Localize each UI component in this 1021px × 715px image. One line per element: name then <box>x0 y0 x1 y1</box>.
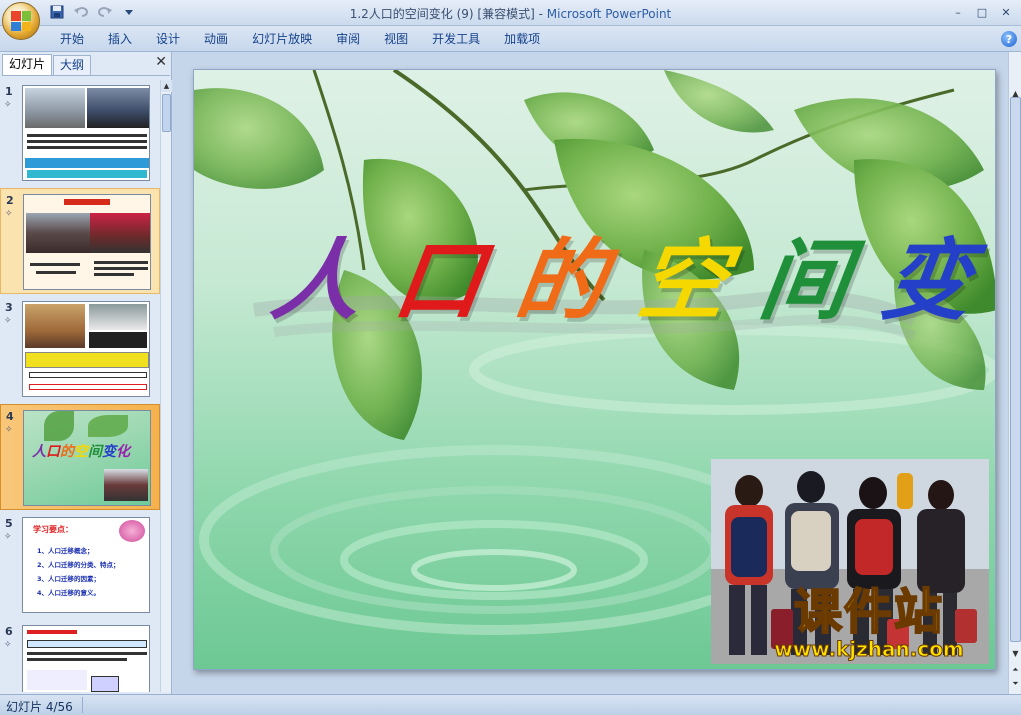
animation-star-icon: ✧ <box>4 532 12 542</box>
scroll-up-icon[interactable]: ▲ <box>161 80 172 92</box>
tab-outline[interactable]: 大纲 <box>53 55 92 75</box>
thumb5-heading: 学习要点： <box>33 525 73 534</box>
thumb5-list: 1、人口迁移概念； 2、人口迁移的分类、特点； 3、人口迁移的因素； 4、人口迁… <box>37 544 120 600</box>
slide-editor: 人 口 的 空 间 变 化 <box>173 52 1021 694</box>
status-divider <box>82 697 83 713</box>
thumbnail-image <box>22 301 150 397</box>
thumbnail-image <box>23 194 151 290</box>
ribbon-tab-bar: 开始 插入 设计 动画 幻灯片放映 审阅 视图 开发工具 加载项 ? <box>0 26 1021 52</box>
animation-star-icon: ✧ <box>4 640 12 650</box>
tab-developer[interactable]: 开发工具 <box>420 31 492 47</box>
tab-design[interactable]: 设计 <box>144 31 192 47</box>
scroll-down-icon[interactable]: ▼ <box>1010 648 1021 660</box>
title-char: 变 <box>875 228 983 332</box>
close-button[interactable]: ✕ <box>995 3 1017 21</box>
title-char: 的 <box>509 228 617 332</box>
status-bar: 幻灯片 4/56 <box>0 694 1021 715</box>
slide-counter: 幻灯片 4/56 <box>6 700 73 714</box>
minimize-button[interactable]: – <box>947 3 969 21</box>
thumb5-item: 2、人口迁移的分类、特点； <box>37 561 120 569</box>
thumbnail-image: 学习要点： 1、人口迁移概念； 2、人口迁移的分类、特点； 3、人口迁移的因素；… <box>22 517 150 613</box>
slides-pane: 幻灯片 大纲 ✕ 1 ✧ 2 ✧ 3 ✧ 4 ✧ 人口的空间变化 5 ✧ 学习要… <box>0 52 172 694</box>
slide-number: 4 <box>6 410 14 423</box>
pane-tabs: 幻灯片 大纲 <box>2 54 170 76</box>
slide-thumbnail-list: 1 ✧ 2 ✧ 3 ✧ 4 ✧ 人口的空间变化 5 ✧ 学习要点： 1、人口迁移… <box>0 80 160 692</box>
tab-slideshow[interactable]: 幻灯片放映 <box>240 31 324 47</box>
slide-number: 5 <box>5 517 13 530</box>
office-button[interactable] <box>2 2 40 40</box>
previous-slide-icon[interactable]: ⏶ <box>1010 664 1021 676</box>
animation-star-icon: ✧ <box>5 209 13 219</box>
thumbnail-image <box>22 85 150 181</box>
slide-number: 6 <box>5 625 13 638</box>
tab-addins[interactable]: 加载项 <box>492 31 552 47</box>
office-logo-icon <box>11 11 31 31</box>
window-controls: – □ ✕ <box>947 3 1017 21</box>
thumb5-item: 3、人口迁移的因素； <box>37 575 101 583</box>
thumb5-item: 4、人口迁移的意义。 <box>37 589 101 597</box>
title-char: 口 <box>387 228 495 332</box>
next-slide-icon[interactable]: ⏷ <box>1010 678 1021 690</box>
watermark-logo: 课件站 <box>793 584 944 640</box>
title-bar: 1.2人口的空间变化 (9) [兼容模式] - Microsoft PowerP… <box>0 0 1021 26</box>
scroll-thumb[interactable] <box>162 94 171 132</box>
title-char: 间 <box>753 228 861 332</box>
thumbnail-title-text: 人口的空间变化 <box>32 444 130 460</box>
tab-home[interactable]: 开始 <box>48 31 96 47</box>
current-slide[interactable]: 人 口 的 空 间 变 化 <box>193 69 996 670</box>
animation-star-icon: ✧ <box>4 100 12 110</box>
animation-star-icon: ✧ <box>4 316 12 326</box>
title-char: 空 <box>631 228 739 332</box>
title-separator: - <box>534 7 547 21</box>
slide-number: 2 <box>6 194 14 207</box>
watermark: 课件站 www.kjzhan.com <box>749 584 989 664</box>
slide-thumbnail-1[interactable]: 1 ✧ <box>0 80 160 186</box>
slide-thumbnail-5[interactable]: 5 ✧ 学习要点： 1、人口迁移概念； 2、人口迁移的分类、特点； 3、人口迁移… <box>0 512 160 618</box>
thumb5-item: 1、人口迁移概念； <box>37 547 94 555</box>
slide-thumbnail-3[interactable]: 3 ✧ <box>0 296 160 402</box>
slide-title[interactable]: 人 口 的 空 间 变 化 <box>265 210 995 337</box>
document-title: 1.2人口的空间变化 (9) [兼容模式] <box>349 7 535 21</box>
editor-scrollbar[interactable]: ▲ ▼ ⏶ ⏷ <box>1008 52 1021 694</box>
tab-animations[interactable]: 动画 <box>192 31 240 47</box>
tab-insert[interactable]: 插入 <box>96 31 144 47</box>
tab-slides[interactable]: 幻灯片 <box>2 54 53 75</box>
tab-review[interactable]: 审阅 <box>324 31 372 47</box>
scroll-thumb[interactable] <box>1010 97 1021 642</box>
thumbnails-scrollbar[interactable]: ▲ <box>160 80 172 692</box>
slide-number: 3 <box>5 301 13 314</box>
tab-view[interactable]: 视图 <box>372 31 420 47</box>
travelers-photo[interactable]: 课件站 www.kjzhan.com <box>711 459 989 664</box>
window-title: 1.2人口的空间变化 (9) [兼容模式] - Microsoft PowerP… <box>0 5 1021 22</box>
slide-number: 1 <box>5 85 13 98</box>
maximize-button[interactable]: □ <box>971 3 993 21</box>
slide-thumbnail-2[interactable]: 2 ✧ <box>0 188 160 294</box>
title-char: 人 <box>265 228 373 332</box>
app-name: Microsoft PowerPoint <box>546 7 672 21</box>
help-icon[interactable]: ? <box>1001 31 1017 47</box>
thumbnail-image <box>22 625 150 692</box>
animation-star-icon: ✧ <box>5 425 13 435</box>
thumbnail-image: 人口的空间变化 <box>23 410 151 506</box>
slide-thumbnail-4[interactable]: 4 ✧ 人口的空间变化 <box>0 404 160 510</box>
pane-close-icon[interactable]: ✕ <box>155 54 167 70</box>
watermark-url: www.kjzhan.com <box>774 637 965 661</box>
slide-thumbnail-6[interactable]: 6 ✧ <box>0 620 160 692</box>
